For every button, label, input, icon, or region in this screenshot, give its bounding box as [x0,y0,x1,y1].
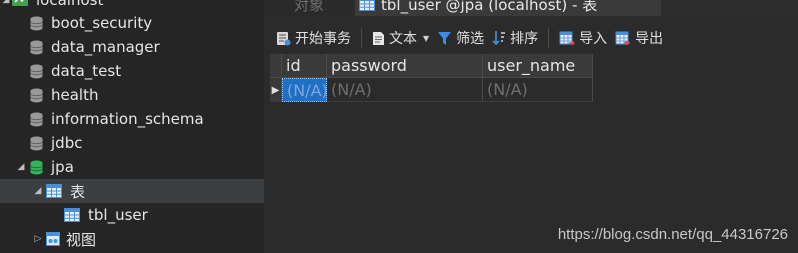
grid-corner [270,54,282,78]
database-icon [30,40,43,54]
database-icon [30,88,43,102]
begin-transaction-button[interactable]: 开始事务 [272,24,355,52]
current-row-indicator[interactable]: ▶ [270,78,282,102]
tree-db-data-test[interactable]: data_test [0,59,264,83]
tab-bar: 对象 tbl_user @jpa (localhost) - 表 [264,0,798,16]
table-cell-user-name[interactable]: (N/A) [483,78,593,102]
chevron-right-icon[interactable]: ▷ [30,227,46,251]
tables-folder-label: 表 [70,182,86,201]
tree-db-boot-security[interactable]: boot_security [0,11,264,35]
table-icon [359,0,375,11]
database-icon [30,136,43,150]
database-label: jdbc [51,134,83,152]
database-label: information_schema [51,110,204,128]
filter-label: 筛选 [456,31,485,47]
toolbar: 开始事务 文本 ▼ 筛选 排序 导入 导出 [264,22,798,54]
cell-value: (N/A) [331,80,372,99]
table-cell-id[interactable]: (N/A) [282,78,328,102]
database-label: data_test [51,62,122,80]
database-label: jpa [51,158,74,176]
view-icon [46,232,60,246]
text-label: 文本 [389,31,417,47]
connection-label: localhost [36,0,104,9]
filter-button[interactable]: 筛选 [433,24,488,52]
tab-objects[interactable]: 对象 [264,0,354,16]
table-cell-password[interactable]: (N/A) [327,78,483,102]
import-label: 导入 [579,31,608,47]
tree-folder-tables[interactable]: ◢ 表 [0,179,264,203]
tree-db-jdbc[interactable]: jdbc [0,131,264,155]
import-button[interactable]: 导入 [555,24,611,52]
toolbar-divider [361,28,362,48]
filter-icon [438,31,452,45]
text-document-icon [373,31,384,45]
database-label: boot_security [51,14,153,32]
export-icon [615,31,631,45]
chevron-down-icon[interactable]: ▼ [423,34,429,43]
tree-db-data-manager[interactable]: data_manager [0,35,264,59]
sort-icon [492,31,506,46]
begin-transaction-label: 开始事务 [295,31,351,47]
views-folder-label: 视图 [66,230,97,249]
tree-db-health[interactable]: health [0,83,264,107]
import-icon [559,31,576,45]
table-icon [64,208,80,222]
tab-objects-label: 对象 [293,0,324,14]
toolbar-divider [548,28,550,48]
column-header-user-name[interactable]: user_name [483,54,593,78]
watermark-text: https://blog.csdn.net/qq_44316726 [557,226,788,243]
database-icon [30,112,43,126]
column-header-password[interactable]: password [327,54,483,78]
table-icon [46,184,62,198]
database-label: data_manager [51,38,160,56]
database-label: health [51,86,99,104]
connection-icon [12,0,28,6]
column-header-id[interactable]: id [282,54,327,78]
tab-tbl-user[interactable]: tbl_user @jpa (localhost) - 表 [355,0,661,16]
database-icon [30,64,43,78]
export-label: 导出 [635,31,664,47]
tree-table-tbl-user[interactable]: tbl_user [0,203,264,227]
sort-label: 排序 [510,31,539,47]
database-icon [30,16,43,30]
tree-db-jpa[interactable]: ◢ jpa [0,155,264,179]
text-button[interactable]: 文本 ▼ [368,24,433,52]
column-header-label: id [286,56,301,75]
sort-button[interactable]: 排序 [488,24,542,52]
export-button[interactable]: 导出 [611,24,667,52]
tree-folder-views[interactable]: ▷ 视图 [0,227,264,251]
column-header-label: password [331,56,407,75]
database-icon [30,160,43,174]
cell-value: (N/A) [287,80,328,100]
tab-active-label: tbl_user @jpa (localhost) - 表 [381,0,598,14]
navigation-pane: ◢ localhost boot_security data_manager d… [0,0,264,253]
tree-db-information-schema[interactable]: information_schema [0,107,264,131]
chevron-down-icon[interactable]: ◢ [12,155,30,179]
chevron-down-icon[interactable]: ◢ [30,179,46,203]
column-header-label: user_name [487,56,576,75]
table-label: tbl_user [88,206,148,224]
transaction-icon [277,31,291,45]
cell-value: (N/A) [487,80,528,99]
